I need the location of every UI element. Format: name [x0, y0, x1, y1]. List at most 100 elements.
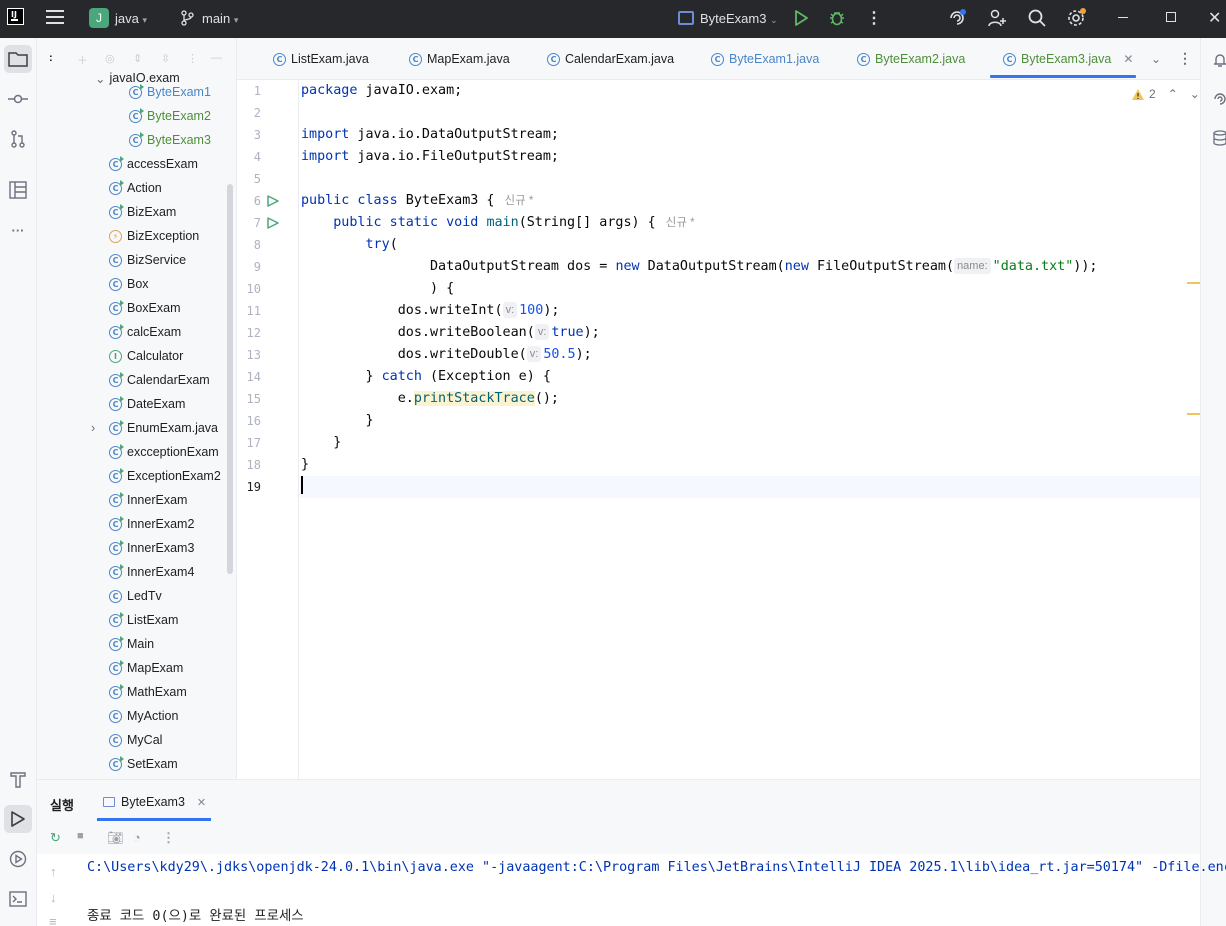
camera-icon[interactable]: 📷︎ — [107, 830, 124, 846]
pull-requests-tool-button[interactable] — [4, 125, 32, 153]
tree-item[interactable]: C ListExam — [109, 608, 178, 632]
close-tab-icon[interactable]: ✕ — [197, 796, 206, 809]
tree-item[interactable]: C MapExam — [109, 656, 183, 680]
build-tool-button[interactable] — [4, 765, 32, 793]
scroll-up-icon[interactable]: ↑ — [50, 864, 57, 879]
debug-icon[interactable] — [828, 9, 846, 27]
stop-icon[interactable]: ■ — [77, 830, 84, 842]
tree-item[interactable]: C InnerExam2 — [109, 512, 194, 536]
tree-item[interactable]: C ExceptionExam2 — [109, 464, 221, 488]
editor-tab[interactable]: C MapExam.java — [409, 52, 510, 80]
services-tool-button[interactable] — [4, 845, 32, 873]
tree-item[interactable]: C BoxExam — [109, 296, 181, 320]
ai-chat-icon[interactable] — [1213, 92, 1226, 106]
tree-item[interactable]: C ByteExam2 — [129, 104, 211, 128]
tree-item[interactable]: C Main — [109, 632, 154, 656]
chevron-right-icon[interactable]: › — [91, 421, 95, 435]
collapse-icon[interactable]: ⇳ — [161, 52, 170, 65]
tree-item[interactable]: CaccessExam — [109, 152, 198, 176]
locate-icon[interactable]: ◎ — [105, 52, 115, 65]
terminal-tool-button[interactable] — [4, 885, 32, 913]
tree-item[interactable]: I Calculator — [109, 344, 183, 368]
run-icon[interactable] — [794, 10, 808, 26]
commit-tool-button[interactable] — [4, 85, 32, 113]
profiler-icon[interactable]: ◔ — [133, 830, 141, 845]
editor-tab[interactable]: C ListExam.java — [273, 52, 369, 80]
options-icon[interactable]: ⋮ — [187, 52, 198, 65]
run-panel: 실행 ByteExam3 ✕ ↻ ■ 📷︎ ◔ ⋮ ↑ ↓ ≡ C:\Users… — [37, 779, 1226, 926]
project-tool-button[interactable] — [4, 45, 32, 73]
editor-tab[interactable]: C CalendarExam.java — [547, 52, 674, 80]
tree-item[interactable]: C MathExam — [109, 680, 187, 704]
author-hint[interactable]: 신규 * — [666, 217, 695, 229]
rerun-icon[interactable]: ↻ — [50, 830, 61, 846]
tree-item[interactable]: C InnerExam — [109, 488, 187, 512]
more-options-icon[interactable]: ⋮ — [162, 830, 175, 846]
tree-item[interactable]: C InnerExam3 — [109, 536, 194, 560]
notifications-icon[interactable] — [1213, 52, 1226, 68]
ai-assistant-icon[interactable] — [947, 8, 967, 28]
search-icon[interactable] — [1027, 8, 1047, 28]
tree-item[interactable]: C InnerExam4 — [109, 560, 194, 584]
tree-item[interactable]: C MyCal — [109, 728, 162, 752]
tree-item[interactable]: C SetExam — [109, 752, 178, 776]
hide-panel-icon[interactable]: — — [211, 52, 222, 64]
editor-tab[interactable]: C ByteExam2.java — [857, 52, 965, 80]
database-icon[interactable] — [1213, 130, 1226, 146]
tabs-more-icon[interactable]: ⋮ — [1178, 50, 1192, 67]
editor-tab[interactable]: C ByteExam3.java ✕ — [1003, 52, 1133, 80]
code-text: )); — [1073, 259, 1098, 274]
inspections-widget[interactable]: 2 ⌃ ⌄ — [1131, 87, 1200, 101]
project-selector[interactable]: java ▾ — [115, 11, 147, 26]
previous-highlight-icon[interactable]: ⌃ — [1168, 87, 1178, 101]
tree-item[interactable]: ⚡ BizException — [109, 224, 199, 248]
expand-icon[interactable]: ⇕ — [133, 52, 142, 65]
maximize-window-icon[interactable] — [1166, 12, 1176, 22]
tree-item[interactable]: C BizExam — [109, 200, 176, 224]
main-menu-icon[interactable] — [46, 10, 64, 26]
add-user-icon[interactable] — [987, 8, 1007, 28]
tree-item[interactable]: CcalcExam — [109, 320, 181, 344]
tree-item[interactable]: CexcceptionExam — [109, 440, 219, 464]
add-icon[interactable]: ＋ — [77, 52, 88, 68]
settings-gear-icon[interactable] — [1066, 8, 1086, 28]
java-class-icon: C — [129, 131, 144, 147]
code-line-3: import java.io.DataOutputStream; — [301, 124, 559, 146]
tree-item[interactable]: C LedTv — [109, 584, 162, 608]
author-hint[interactable]: 신규 * — [505, 195, 534, 207]
project-badge[interactable]: J — [89, 8, 109, 28]
run-tool-button[interactable] — [4, 805, 32, 833]
code-editor[interactable]: 1 2 3 4 5 6 7 8 9 10 11 12 13 14 15 16 17 18 19 package ja… — [237, 80, 1200, 779]
tree-item[interactable]: › C EnumExam.java — [91, 416, 218, 440]
scroll-down-icon[interactable]: ↓ — [50, 890, 57, 905]
run-panel-title: 실행 — [50, 798, 74, 813]
close-window-icon[interactable]: ✕ — [1208, 8, 1221, 28]
soft-wrap-icon[interactable]: ≡ — [49, 914, 57, 926]
tree-item[interactable]: C MyAction — [109, 704, 178, 728]
tabs-dropdown-icon[interactable]: ⌄ — [1151, 52, 1161, 66]
editor-tab[interactable]: C ByteExam1.java — [711, 52, 819, 80]
java-class-icon: C — [109, 491, 124, 507]
close-tab-icon[interactable]: ✕ — [1123, 52, 1133, 66]
tree-scrollbar[interactable] — [227, 184, 233, 574]
tree-item[interactable]: C Box — [109, 272, 149, 296]
tree-item[interactable]: C ByteExam3 — [129, 128, 211, 152]
console-output[interactable]: ↑ ↓ ≡ C:\Users\kdy29\.jdks\openjdk-24.0.… — [37, 854, 1226, 926]
tree-item[interactable]: C CalendarExam — [109, 368, 210, 392]
intellij-logo-icon[interactable]: IJ — [7, 8, 24, 25]
tree-item[interactable]: C DateExam — [109, 392, 185, 416]
run-tab[interactable]: ByteExam3 ✕ — [103, 795, 206, 809]
run-config-selector[interactable]: ByteExam3 ⌄ — [700, 11, 778, 26]
tree-item[interactable]: C Action — [109, 176, 162, 200]
next-highlight-icon[interactable]: ⌄ — [1190, 87, 1200, 101]
tree-item[interactable]: C BizService — [109, 248, 186, 272]
warning-stripe-marker[interactable] — [1187, 282, 1200, 284]
tree-item[interactable]: C ByteExam1 — [129, 80, 211, 104]
minimize-window-icon[interactable] — [1118, 17, 1128, 18]
more-actions-icon[interactable]: ⋮ — [866, 8, 882, 28]
more-tools-icon[interactable]: ··· — [4, 216, 32, 244]
branch-selector[interactable]: main ▾ — [202, 11, 238, 26]
structure-tool-button[interactable] — [4, 176, 32, 204]
warning-stripe-marker[interactable] — [1187, 413, 1200, 415]
hammer-icon — [10, 772, 26, 788]
